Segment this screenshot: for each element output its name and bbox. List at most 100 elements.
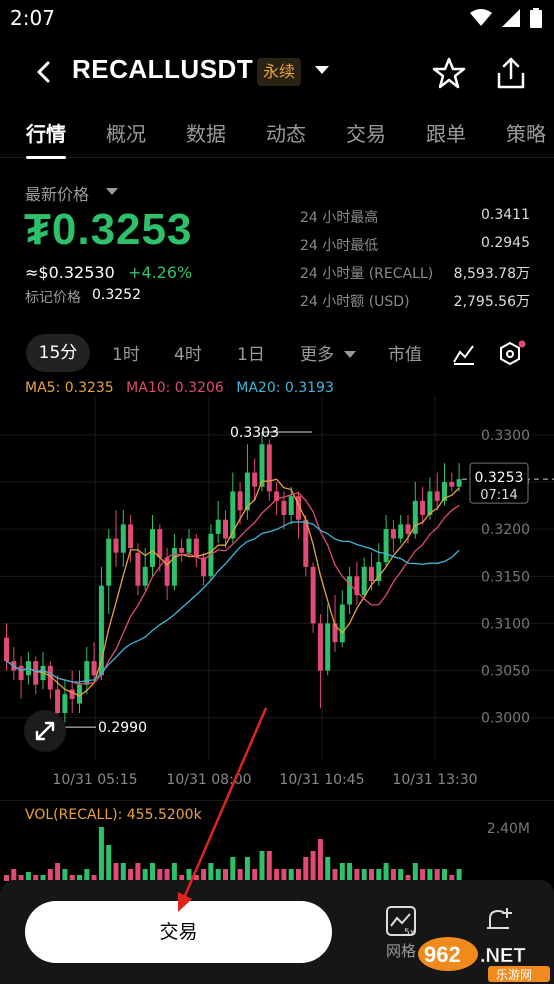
candle-body [317, 623, 323, 671]
interval-bar: 15分 1时 4时 1日 更多 市值 [0, 334, 554, 374]
share-icon[interactable] [492, 54, 530, 92]
candle-body [390, 529, 396, 539]
interval-1d[interactable]: 1日 [237, 340, 265, 365]
volume-bar [230, 857, 236, 881]
volume-bar [135, 863, 141, 881]
more-dropdown-icon[interactable] [344, 350, 356, 359]
stat-label: 24 小时最低 [300, 238, 379, 254]
mark-price-label: 标记价格 [25, 290, 81, 306]
low-price-label: 0.2990 [98, 720, 147, 736]
volume-bar [244, 857, 250, 881]
x-tick-label: 10/31 05:15 [52, 772, 137, 788]
candle-body [164, 557, 170, 586]
candle-body [266, 444, 272, 492]
candle-body [252, 472, 258, 487]
fullscreen-button[interactable] [24, 710, 66, 752]
status-time: 2:07 [10, 6, 55, 30]
candle-body [281, 500, 287, 515]
stat-value: 8,593.78万 [453, 266, 530, 282]
svg-text:962: 962 [424, 942, 461, 967]
x-tick-label: 10/31 08:00 [166, 772, 251, 788]
candle-body [361, 566, 367, 596]
price-chart[interactable]: MA5: 0.3235 MA10: 0.3206 MA20: 0.3193 0.… [0, 376, 554, 796]
volume-bar [113, 863, 119, 881]
candle-body [259, 444, 265, 487]
candle-body [339, 604, 345, 643]
indicator-icon[interactable] [452, 342, 476, 366]
interval-1h[interactable]: 1时 [112, 340, 140, 365]
y-tick-label: 0.3200 [481, 522, 530, 538]
candle-body [456, 479, 462, 487]
expand-icon [35, 721, 55, 741]
price-change: +4.26% [128, 263, 193, 282]
stat-value: 0.3411 [481, 207, 530, 223]
interval-more[interactable]: 更多 [300, 340, 334, 365]
tab-data[interactable]: 数据 [186, 118, 226, 147]
latest-price-label[interactable]: 最新价格 [25, 181, 89, 205]
grid-label[interactable]: 网格 [386, 940, 416, 961]
volume-bar [325, 857, 331, 881]
tab-news[interactable]: 动态 [266, 118, 306, 147]
price-type-dropdown-icon[interactable] [106, 187, 118, 196]
volume-panel: VOL(RECALL): 455.5200k 2.40M [0, 800, 554, 881]
market-cap-toggle[interactable]: 市值 [388, 340, 422, 365]
candlestick-chart[interactable]: 0.33000.32500.32000.31500.31000.30500.30… [0, 376, 554, 796]
stat-24h-low: 24 小时最低 0.2945 [300, 235, 530, 255]
candle-body [369, 566, 374, 581]
mark-price-value: 0.3252 [92, 287, 141, 303]
ma10-label: MA10: 0.3206 [126, 380, 224, 396]
volume-bar [383, 863, 389, 881]
trade-button[interactable]: 交易 [25, 901, 332, 963]
symbol-dropdown-icon[interactable] [314, 64, 330, 76]
countdown-label: 07:14 [480, 488, 517, 503]
active-tab-indicator [26, 156, 66, 159]
symbol-title[interactable]: RECALLUSDT [72, 54, 253, 85]
ma20-label: MA20: 0.3193 [236, 380, 334, 396]
stat-24h-high: 24 小时最高 0.3411 [300, 207, 530, 227]
stat-label: 24 小时量 (RECALL) [300, 266, 434, 282]
candle-body [157, 529, 163, 558]
y-tick-label: 0.3050 [481, 664, 530, 680]
section-tabs: 行情 概况 数据 动态 交易 跟单 策略 [0, 110, 554, 159]
y-tick-label: 0.3150 [481, 569, 530, 585]
candle-body [237, 491, 243, 511]
volume-bar [208, 863, 214, 881]
signal-icon [502, 9, 520, 27]
candle-body [128, 524, 134, 548]
tab-market[interactable]: 行情 [26, 118, 66, 147]
interval-15m[interactable]: 15分 [26, 334, 90, 372]
candle-body [135, 552, 141, 586]
battery-icon [530, 8, 542, 28]
price-alert-icon[interactable] [482, 904, 514, 936]
tab-copy-trading[interactable]: 跟单 [426, 118, 466, 147]
price-summary: 最新价格 ₮0.3253 ≈$0.32530 +4.26% 标记价格 0.325… [0, 175, 554, 315]
favorite-star-icon[interactable] [430, 54, 468, 92]
candle-body [325, 623, 331, 671]
back-icon[interactable] [26, 54, 62, 90]
interval-4h[interactable]: 4时 [174, 340, 202, 365]
x-tick-label: 10/31 13:30 [392, 772, 477, 788]
candle-body [69, 689, 75, 699]
candle-body [106, 538, 112, 586]
volume-max: 2.40M [486, 821, 530, 837]
tab-trades[interactable]: 交易 [346, 118, 386, 147]
svg-text:乐游网: 乐游网 [496, 968, 532, 982]
y-tick-label: 0.3000 [481, 711, 530, 727]
y-tick-label: 0.3100 [481, 616, 530, 632]
volume-bar [120, 863, 126, 881]
volume-bar [171, 863, 177, 881]
svg-text:.NET: .NET [480, 945, 526, 967]
x-tick-label: 10/31 10:45 [279, 772, 364, 788]
stat-value: 0.2945 [481, 235, 530, 251]
chart-settings-icon[interactable] [498, 340, 526, 368]
candle-body [186, 538, 192, 553]
volume-bar [339, 863, 345, 881]
tab-overview[interactable]: 概况 [106, 118, 146, 147]
tab-strategy[interactable]: 策略 [506, 118, 546, 147]
volume-bar [347, 863, 353, 881]
volume-label: VOL(RECALL): 455.5200k [25, 807, 202, 823]
stat-24h-volume: 24 小时量 (RECALL) 8,593.78万 [300, 263, 530, 283]
candle-body [142, 566, 148, 586]
volume-bar [266, 851, 272, 881]
candle-body [405, 524, 411, 534]
